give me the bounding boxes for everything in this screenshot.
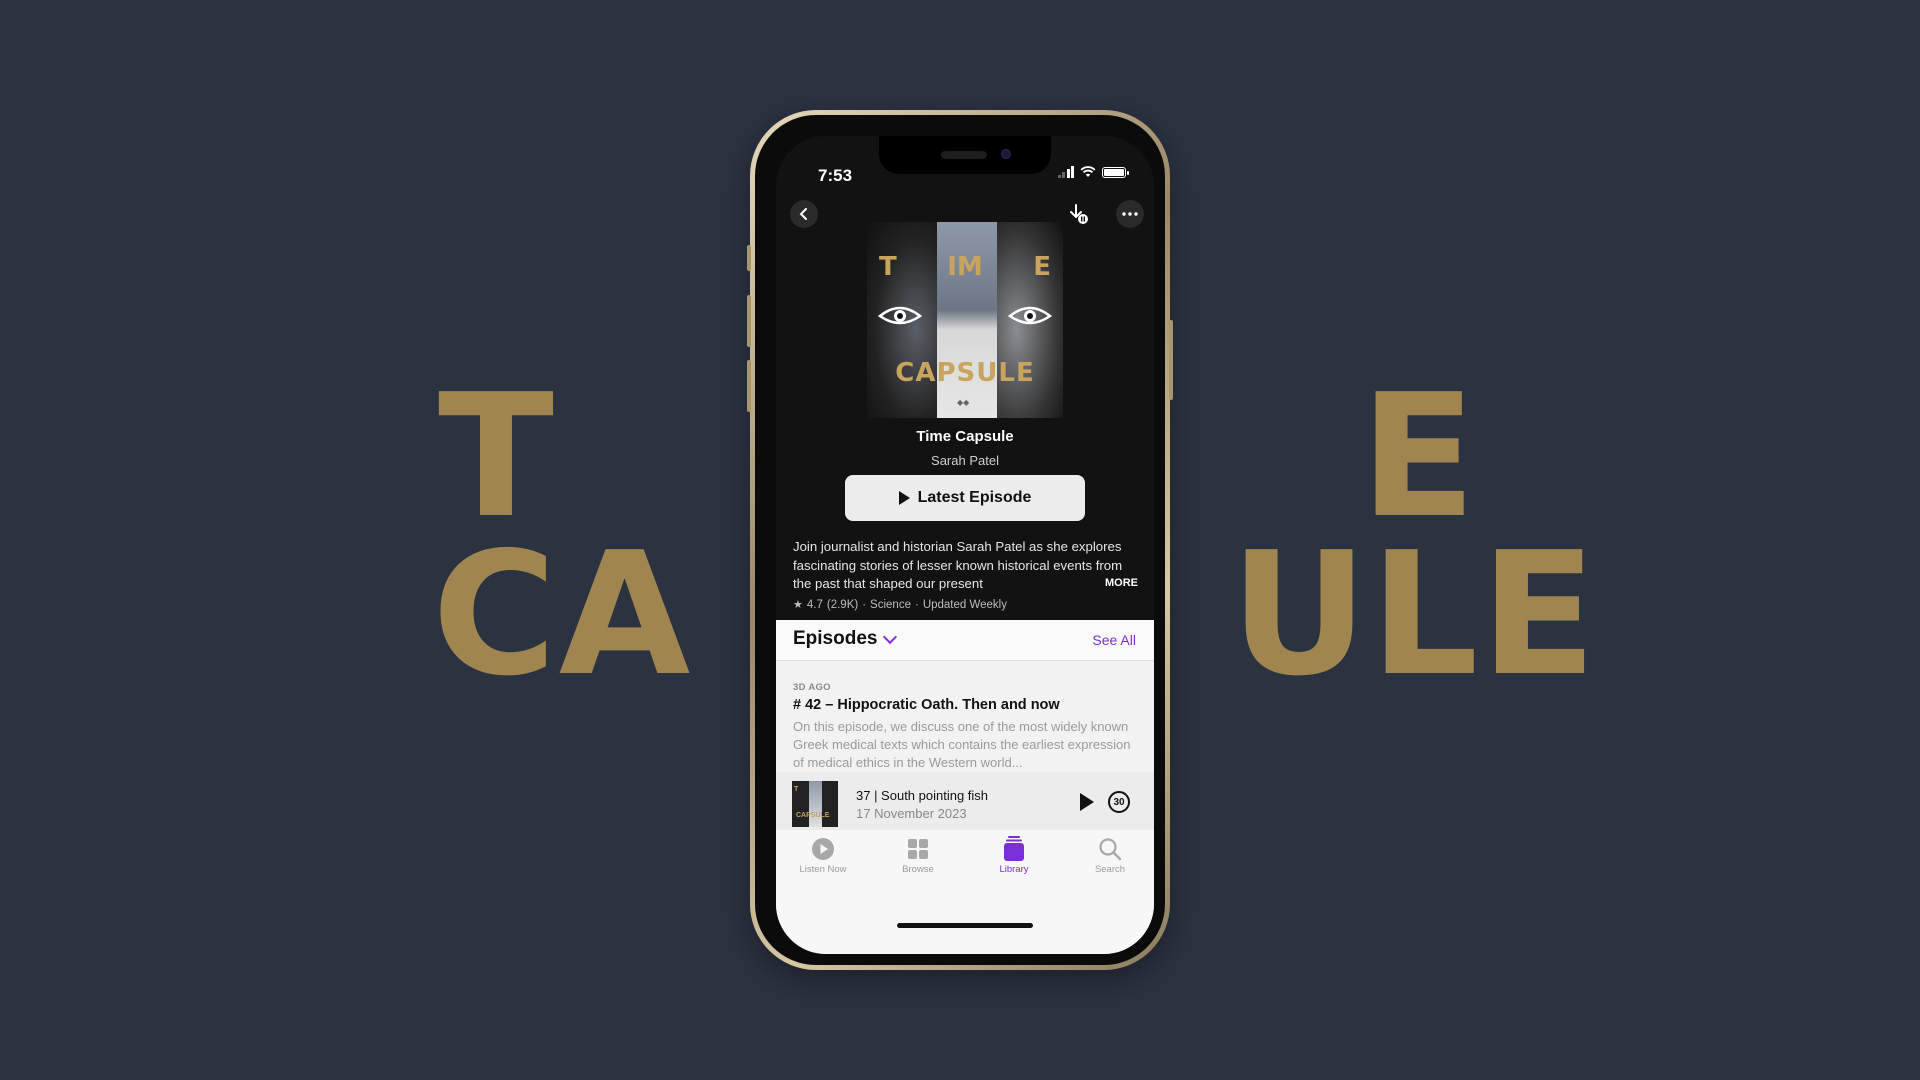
- meta-separator: ·: [862, 598, 867, 611]
- episodes-section: Episodes See All 3D AGO # 42 – Hippocrat…: [776, 620, 1154, 954]
- download-paused-icon: [1070, 204, 1088, 224]
- tab-search[interactable]: Search: [1070, 836, 1150, 875]
- star-icon: ★: [793, 599, 803, 611]
- episode-description: On this episode, we discuss one of the m…: [793, 719, 1131, 770]
- mini-player[interactable]: T CAPSULE 37 | South pointing fish 17 No…: [776, 772, 1154, 830]
- episode-title: # 42 – Hippocratic Oath. Then and now: [793, 697, 1060, 713]
- episodes-heading: Episodes: [793, 628, 878, 649]
- meta-separator: ·: [914, 598, 919, 611]
- search-icon: [1097, 836, 1123, 862]
- play-circle-icon: [810, 836, 836, 862]
- power-button: [1169, 320, 1173, 400]
- podcast-meta: ★ 4.7 (2.9K) · Science · Updated Weekly: [793, 598, 1007, 612]
- see-all-link[interactable]: See All: [1092, 632, 1136, 648]
- mini-play-button[interactable]: [1080, 793, 1094, 811]
- tab-browse[interactable]: Browse: [878, 836, 958, 875]
- earpiece-speaker: [941, 151, 987, 159]
- podcast-artwork[interactable]: T IM E CAPSULE ◆◆: [867, 222, 1063, 418]
- tab-bar: Listen Now Browse Library Search: [776, 830, 1154, 954]
- tab-label: Browse: [902, 864, 934, 875]
- rating-value: 4.7: [806, 598, 823, 611]
- status-time: 7:53: [818, 166, 853, 185]
- artwork-title-bottom: CAPSULE: [895, 358, 1035, 388]
- background-letters-ule: ULE: [1230, 516, 1599, 714]
- screen: 7:53 T IM E CAPSULE ◆◆ Time Capsule Sara…: [776, 136, 1154, 954]
- notch: [879, 136, 1051, 174]
- volume-up-button: [747, 295, 751, 347]
- artwork-publisher-logo: ◆◆: [957, 398, 970, 407]
- volume-down-button: [747, 360, 751, 412]
- episodes-header: Episodes See All: [776, 620, 1154, 661]
- eye-icon: [877, 306, 923, 325]
- latest-episode-label: Latest Episode: [917, 489, 1032, 506]
- download-button[interactable]: [1064, 200, 1092, 228]
- episode-list-item[interactable]: 3D AGO # 42 – Hippocratic Oath. Then and…: [793, 682, 1138, 772]
- grid-icon: [905, 836, 931, 862]
- podcast-description[interactable]: Join journalist and historian Sarah Pate…: [793, 538, 1138, 594]
- cellular-signal-icon: [1057, 166, 1074, 178]
- more-link[interactable]: MORE: [1089, 573, 1138, 592]
- tab-label: Listen Now: [799, 864, 847, 875]
- more-options-button[interactable]: [1116, 200, 1144, 228]
- chevron-left-icon: [799, 208, 807, 220]
- phone-bezel: 7:53 T IM E CAPSULE ◆◆ Time Capsule Sara…: [755, 115, 1165, 965]
- latest-episode-button[interactable]: Latest Episode: [845, 475, 1085, 521]
- frequency-label: Updated Weekly: [922, 598, 1007, 611]
- back-button[interactable]: [790, 200, 818, 228]
- mute-switch: [747, 245, 751, 271]
- artwork-title-top: T IM E: [879, 252, 1051, 282]
- ellipsis-icon: [1122, 212, 1138, 216]
- tab-label: Library: [999, 864, 1029, 875]
- status-icons: [1057, 166, 1129, 178]
- category-label[interactable]: Science: [870, 599, 911, 611]
- background-letters-ca: CA: [432, 516, 693, 714]
- podcast-author[interactable]: Sarah Patel: [776, 453, 1154, 468]
- wifi-icon: [1080, 166, 1096, 177]
- rating-count: (2.9K): [826, 598, 859, 611]
- skip-forward-icon: 30: [1113, 796, 1125, 808]
- mini-player-artwork: T CAPSULE: [792, 781, 838, 827]
- chevron-down-icon: [883, 629, 898, 644]
- home-indicator[interactable]: [897, 923, 1033, 928]
- description-text: Join journalist and historian Sarah Pate…: [793, 539, 1123, 591]
- library-icon: [1001, 836, 1027, 862]
- skip-forward-button[interactable]: 30: [1108, 791, 1130, 813]
- episodes-filter-button[interactable]: Episodes: [793, 628, 898, 650]
- phone-frame: 7:53 T IM E CAPSULE ◆◆ Time Capsule Sara…: [747, 110, 1173, 970]
- eye-icon: [1007, 306, 1053, 325]
- tab-label: Search: [1094, 864, 1126, 875]
- podcast-title: Time Capsule: [916, 428, 1014, 445]
- battery-icon: [1102, 166, 1129, 178]
- front-camera: [1001, 149, 1011, 159]
- mini-player-title: 37 | South pointing fish: [856, 788, 989, 803]
- episode-date: 3D AGO: [793, 682, 831, 693]
- tab-library[interactable]: Library: [974, 836, 1054, 875]
- mini-player-date: 17 November 2023: [856, 806, 967, 821]
- play-icon: [898, 491, 910, 505]
- tab-listen-now[interactable]: Listen Now: [783, 836, 863, 875]
